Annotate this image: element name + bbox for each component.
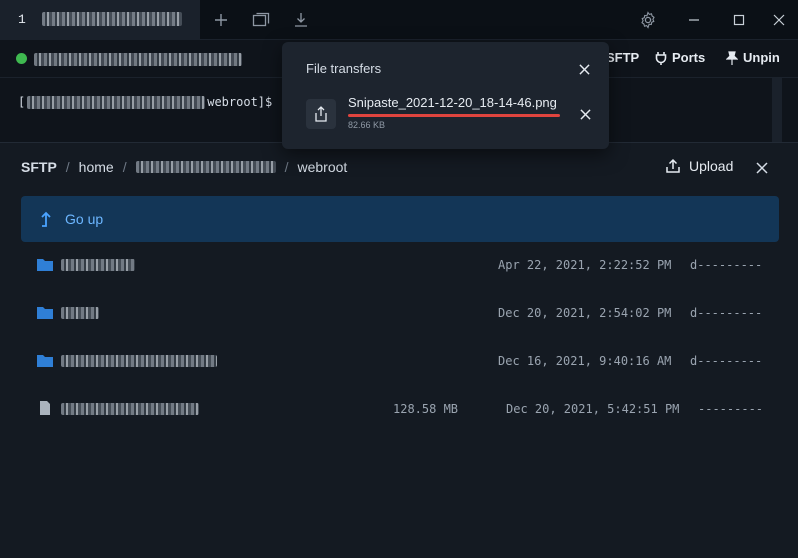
share-icon[interactable] <box>306 99 336 129</box>
folder-icon <box>37 259 53 271</box>
terminal-tab[interactable]: 1 <box>0 0 200 40</box>
breadcrumb-root[interactable]: SFTP <box>21 159 57 175</box>
title-bar: 1 <box>0 0 798 40</box>
file-date: Dec 16, 2021, 9:40:16 AM <box>498 354 672 368</box>
terminal-scrollbar[interactable] <box>772 78 782 142</box>
file-name <box>61 355 217 367</box>
sftp-panel: SFTP / home / / webroot Upload Go up Apr… <box>0 142 798 558</box>
file-row[interactable]: Dec 20, 2021, 2:54:02 PM d--------- <box>21 291 779 337</box>
file-row[interactable]: Dec 16, 2021, 9:40:16 AM d--------- <box>21 339 779 385</box>
breadcrumb-user[interactable] <box>135 161 276 173</box>
plug-icon <box>655 51 667 65</box>
file-name <box>61 403 199 415</box>
close-window-icon[interactable] <box>769 10 789 30</box>
transfer-file-name: Snipaste_2021-12-20_18-14-46.png <box>348 95 557 110</box>
tab-number: 1 <box>18 12 26 27</box>
breadcrumb: SFTP / home / / webroot <box>21 159 347 175</box>
file-permissions: d--------- <box>690 354 763 368</box>
connection-status-icon <box>16 53 27 64</box>
host-name <box>34 53 242 66</box>
breadcrumb-separator: / <box>65 159 70 175</box>
folder-icon <box>37 355 53 367</box>
popup-title: File transfers <box>306 61 382 76</box>
download-icon[interactable] <box>291 10 311 30</box>
sftp-button[interactable]: SFTP <box>606 50 639 65</box>
unpin-button-label: Unpin <box>743 50 780 65</box>
pin-icon <box>726 50 738 65</box>
minimize-icon[interactable] <box>684 10 704 30</box>
cancel-transfer-icon[interactable] <box>577 106 593 122</box>
close-sftp-icon[interactable] <box>752 158 772 178</box>
ports-button[interactable]: Ports <box>655 50 705 65</box>
prompt-suffix: webroot]$ <box>207 95 273 109</box>
file-date: Apr 22, 2021, 2:22:52 PM <box>498 258 672 272</box>
upload-icon <box>666 158 680 173</box>
go-up-arrow-icon <box>41 211 51 227</box>
file-size: 128.58 MB <box>393 402 459 416</box>
upload-button[interactable]: Upload <box>665 158 733 174</box>
breadcrumb-current[interactable]: webroot <box>297 159 347 175</box>
maximize-icon[interactable] <box>729 10 749 30</box>
gear-icon[interactable] <box>638 10 658 30</box>
close-popup-icon[interactable] <box>576 61 592 77</box>
file-date: Dec 20, 2021, 2:54:02 PM <box>498 306 672 320</box>
file-date: Dec 20, 2021, 5:42:51 PM <box>506 402 680 416</box>
file-icon <box>40 401 50 415</box>
upload-button-label: Upload <box>689 158 734 174</box>
file-permissions: d--------- <box>690 306 763 320</box>
breadcrumb-separator: / <box>122 159 127 175</box>
file-transfers-popup: File transfers Snipaste_2021-12-20_18-14… <box>282 42 609 149</box>
transfer-file-size: 82.66 KB <box>348 120 386 130</box>
file-permissions: --------- <box>698 402 764 416</box>
go-up-label: Go up <box>65 211 104 227</box>
go-up-button[interactable]: Go up <box>21 196 779 242</box>
tab-title <box>42 12 182 26</box>
ports-button-label: Ports <box>672 50 706 65</box>
file-row[interactable]: Apr 22, 2021, 2:22:52 PM d--------- <box>21 243 779 289</box>
shell-prompt: [ webroot]$ <box>18 95 272 109</box>
file-row[interactable]: 128.58 MB Dec 20, 2021, 5:42:51 PM -----… <box>21 387 779 433</box>
breadcrumb-separator: / <box>284 159 289 175</box>
file-name <box>61 307 99 319</box>
unpin-button[interactable]: Unpin <box>726 50 780 65</box>
folder-icon <box>37 307 53 319</box>
breadcrumb-home[interactable]: home <box>79 159 114 175</box>
window-icon[interactable] <box>251 10 271 30</box>
transfer-progress-bar <box>348 114 560 117</box>
sftp-button-label: SFTP <box>606 50 640 65</box>
file-name <box>61 259 135 271</box>
plus-icon[interactable] <box>211 10 231 30</box>
file-permissions: d--------- <box>690 258 763 272</box>
prompt-user-host <box>27 95 206 109</box>
prompt-prefix: [ <box>18 95 26 109</box>
